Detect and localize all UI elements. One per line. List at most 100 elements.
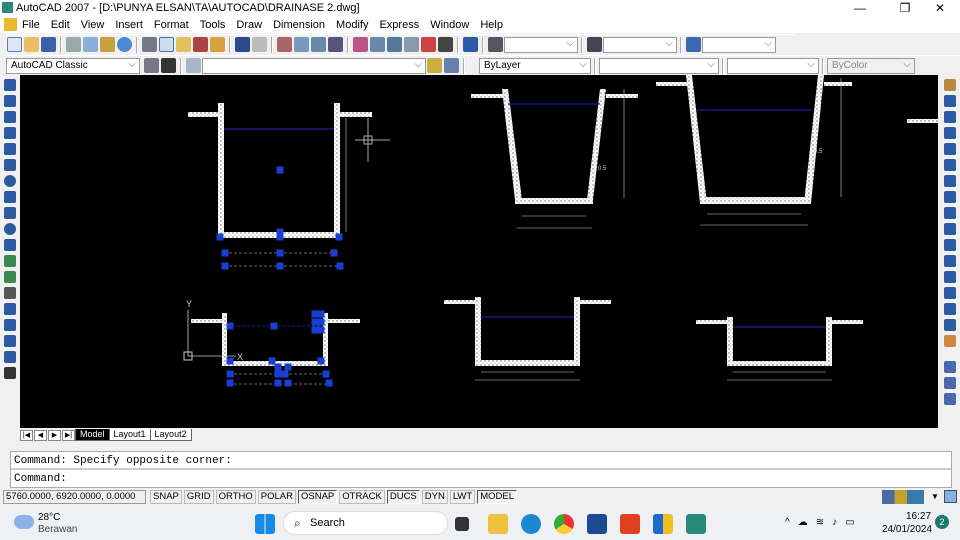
tab-model[interactable]: Model [75,429,110,441]
new-icon[interactable] [7,37,22,52]
status-menu-arrow-icon[interactable]: ▼ [931,492,939,501]
spline-icon[interactable] [4,207,16,219]
task-view-icon[interactable] [455,517,469,531]
markup-icon[interactable] [421,37,436,52]
copy-object-icon[interactable] [944,95,956,107]
edge-icon[interactable] [521,514,541,534]
menu-file[interactable]: File [22,19,40,31]
command-prompt[interactable]: Command: [11,470,951,488]
table-style-icon[interactable] [686,37,701,52]
properties-icon[interactable] [353,37,368,52]
grip-point[interactable] [274,363,282,371]
grip-point[interactable] [274,370,282,378]
menu-draw[interactable]: Draw [236,19,262,31]
draw-order-icon[interactable] [944,361,956,373]
status-toggle-dyn[interactable]: DYN [421,490,448,504]
layer-select[interactable] [202,57,426,74]
grip-point[interactable] [221,249,229,257]
my-workspace-icon[interactable] [161,58,176,73]
plot-icon[interactable] [66,37,81,52]
extend-icon[interactable] [944,239,956,251]
insert-block-icon[interactable] [4,255,16,267]
next-tab-button[interactable]: ▶ [48,429,61,441]
hatch-icon[interactable] [4,303,16,315]
grip-point[interactable] [284,363,292,371]
microsoft-store-icon[interactable] [587,514,607,534]
coordinates-display[interactable]: 5760.0000, 6920.0000, 0.0000 [3,490,146,504]
security-icon[interactable] [653,514,673,534]
menu-modify[interactable]: Modify [336,19,368,31]
color-select[interactable]: ByLayer [479,57,591,74]
offset-icon[interactable] [944,127,956,139]
redo-icon[interactable] [252,37,267,52]
channel-section-rect-2[interactable]: Y X [183,299,360,385]
menu-help[interactable]: Help [480,19,503,31]
grip-point[interactable] [322,370,330,378]
channel-section-trapezoid-2[interactable]: 0.5 [656,75,938,226]
grip-point[interactable] [274,379,282,387]
workspace-settings-icon[interactable] [144,58,159,73]
status-toggle-polar[interactable]: POLAR [257,490,296,504]
grip-point[interactable] [268,357,276,365]
pan-icon[interactable] [277,37,292,52]
notification-badge[interactable]: 2 [935,515,949,529]
weather-desc[interactable]: Berawan [38,524,77,535]
layer-previous-icon[interactable] [444,58,459,73]
stretch-icon[interactable] [944,207,956,219]
fillet-icon[interactable] [944,319,956,331]
grip-point[interactable] [276,262,284,270]
grip-point[interactable] [317,318,325,326]
join-icon[interactable] [944,287,956,299]
publish-web-icon[interactable] [117,37,132,52]
grip-point[interactable] [317,310,325,318]
grip-point[interactable] [221,262,229,270]
grip-point[interactable] [281,370,289,378]
grip-point[interactable] [226,357,234,365]
undo-icon[interactable] [235,37,250,52]
break-at-point-icon[interactable] [944,255,956,267]
grip-point[interactable] [226,322,234,330]
pdf-reader-icon[interactable] [620,514,640,534]
ellipse-icon[interactable] [4,223,16,235]
grip-point[interactable] [216,233,224,241]
grip-point[interactable] [311,318,319,326]
explode-icon[interactable] [944,335,956,347]
circle-icon[interactable] [4,175,16,187]
grip-point[interactable] [276,249,284,257]
zoom-previous-icon[interactable] [328,37,343,52]
dim-style-icon[interactable] [587,37,602,52]
system-tray-icons[interactable]: ^☁≋♪▭ [785,517,863,528]
sheet-set-icon[interactable] [404,37,419,52]
paste-icon[interactable] [176,37,191,52]
design-center-icon[interactable] [370,37,385,52]
command-window[interactable]: Command: Specify opposite corner: Comman… [10,451,952,488]
menu-insert[interactable]: Insert [115,19,143,31]
tab-layout2[interactable]: Layout2 [149,429,192,441]
region-icon[interactable] [4,335,16,347]
weather-temp[interactable]: 28°C [38,512,60,523]
polyline-icon[interactable] [4,111,16,123]
status-toggle-ducs[interactable]: DUCS [386,490,420,504]
clean-screen-icon[interactable] [944,490,957,503]
array-icon[interactable] [944,143,956,155]
close-button[interactable]: ✕ [925,0,955,16]
revision-cloud-icon[interactable] [4,191,16,203]
minimize-button[interactable]: — [845,0,875,16]
scale-icon[interactable] [944,191,956,203]
grip-point[interactable] [270,322,278,330]
publish-icon[interactable] [100,37,115,52]
first-tab-button[interactable]: |◀ [20,429,33,441]
file-explorer-icon[interactable] [488,514,508,534]
block-editor-icon[interactable] [210,37,225,52]
grip-point[interactable] [335,233,343,241]
restore-button[interactable]: ❐ [890,0,920,16]
construction-line-icon[interactable] [4,95,16,107]
tab-layout1[interactable]: Layout1 [108,429,151,441]
mirror-icon[interactable] [944,111,956,123]
grip-point[interactable] [325,379,333,387]
multiline-text-icon[interactable] [4,367,16,379]
workspace-select[interactable]: AutoCAD Classic [6,57,140,74]
menu-window[interactable]: Window [430,19,469,31]
search-box[interactable]: ⌕ Search [283,511,448,535]
autocad-taskbar-icon[interactable] [686,514,706,534]
